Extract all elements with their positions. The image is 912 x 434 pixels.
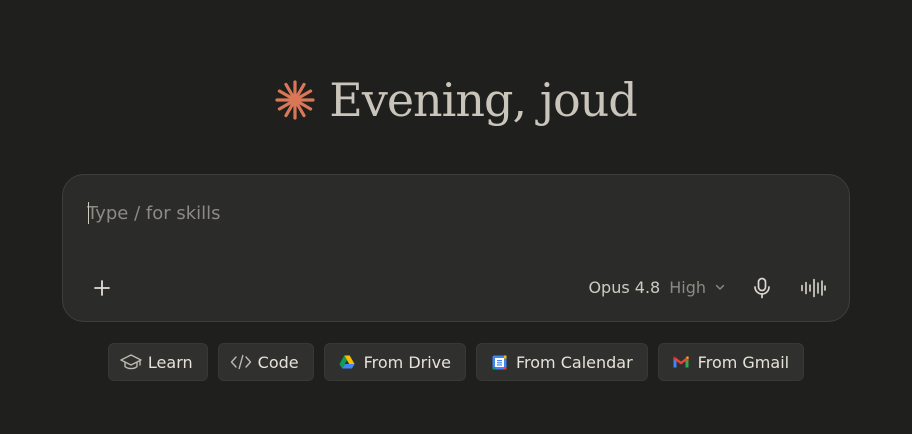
- chip-label: From Gmail: [697, 352, 790, 372]
- model-selector[interactable]: Opus 4.8 High: [588, 274, 725, 300]
- chip-from-drive[interactable]: From Drive: [323, 343, 466, 381]
- chip-label: Learn: [147, 352, 193, 372]
- greeting-text: Evening, joud: [329, 73, 637, 127]
- microphone-button[interactable]: [747, 273, 777, 303]
- gmail-icon: [669, 350, 693, 374]
- add-attachment-button[interactable]: [87, 273, 117, 303]
- composer: Opus 4.8 High: [62, 174, 850, 322]
- spark-asterisk-icon: [275, 80, 315, 120]
- text-caret: [88, 202, 89, 224]
- chip-from-gmail[interactable]: From Gmail: [657, 343, 805, 381]
- suggestion-chips: Learn Code From Drive From Calendar From…: [0, 343, 912, 381]
- chip-code[interactable]: Code: [217, 343, 314, 381]
- new-chat-page: Evening, joud Opus 4.8 High: [0, 0, 912, 434]
- voice-mode-button[interactable]: [797, 273, 829, 303]
- chevron-down-icon: [715, 282, 725, 292]
- microphone-icon: [754, 277, 770, 299]
- voice-waveform-icon: [801, 278, 826, 298]
- google-drive-icon: [335, 350, 359, 374]
- code-brackets-icon: [229, 350, 253, 374]
- greeting: Evening, joud: [0, 72, 912, 128]
- chip-label: From Calendar: [516, 352, 633, 372]
- google-calendar-icon: [487, 350, 511, 374]
- chip-learn[interactable]: Learn: [107, 343, 208, 381]
- model-effort: High: [669, 277, 706, 297]
- prompt-input[interactable]: [87, 199, 787, 227]
- chip-from-calendar[interactable]: From Calendar: [476, 343, 648, 381]
- chip-label: Code: [257, 352, 299, 372]
- graduation-cap-icon: [119, 350, 143, 374]
- plus-icon: [94, 280, 110, 296]
- model-name: Opus 4.8: [588, 277, 661, 297]
- chip-label: From Drive: [363, 352, 451, 372]
